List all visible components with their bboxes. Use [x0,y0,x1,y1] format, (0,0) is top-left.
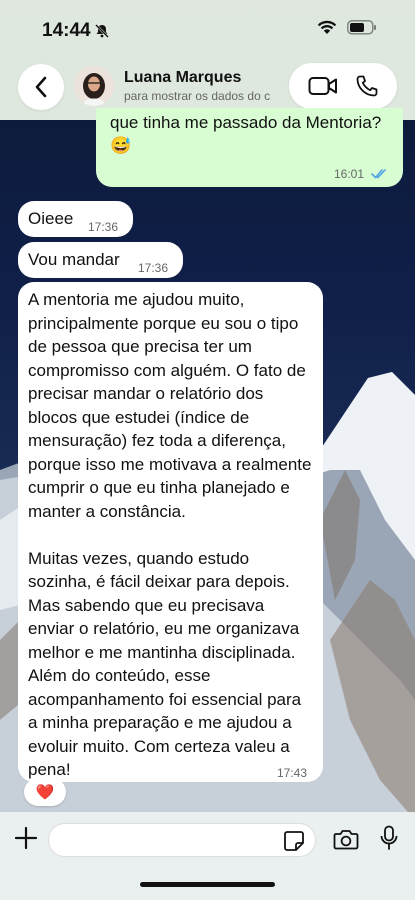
back-button[interactable] [18,64,64,110]
wifi-icon [317,20,337,34]
bell-slash-icon [95,24,109,38]
message-text: Vou mandar [28,250,120,269]
contact-name[interactable]: Luana Marques [124,69,241,87]
contact-avatar[interactable] [74,66,114,106]
message-paragraph: A mentoria me ajudou muito, principalmen… [28,290,312,521]
double-check-read-icon [371,169,386,179]
phone-icon[interactable] [355,74,379,98]
plus-icon[interactable] [14,826,38,850]
message-input[interactable] [48,823,316,857]
message-text: Oieee [28,209,74,228]
message-time: 16:01 [334,167,365,181]
video-camera-icon[interactable] [308,76,338,96]
status-bar: 14:44 [0,0,415,50]
home-indicator [140,882,275,887]
message-incoming[interactable]: Vou mandar 17:36 [18,242,183,278]
sticker-icon[interactable] [283,830,305,852]
message-time: 17:36 [88,220,119,234]
message-paragraph: Muitas vezes, quando estudo sozinha, é f… [28,548,302,780]
call-actions [289,63,397,109]
contact-subtitle[interactable]: para mostrar os dados do c [124,89,279,103]
heart-reaction[interactable]: ❤️ [24,778,66,806]
chevron-left-icon [35,76,47,98]
status-time: 14:44 [42,20,91,41]
avatar-image [74,66,114,106]
battery-icon [347,20,376,35]
message-time: 17:43 [277,766,308,780]
message-incoming-long[interactable]: A mentoria me ajudou muito, principalmen… [18,282,323,782]
message-incoming[interactable]: Oieee 17:36 [18,201,133,237]
microphone-icon[interactable] [380,825,398,851]
camera-icon[interactable] [333,828,359,850]
message-text: pode me reenviar aquele feedback que tin… [110,112,382,156]
message-time: 17:36 [138,261,169,275]
